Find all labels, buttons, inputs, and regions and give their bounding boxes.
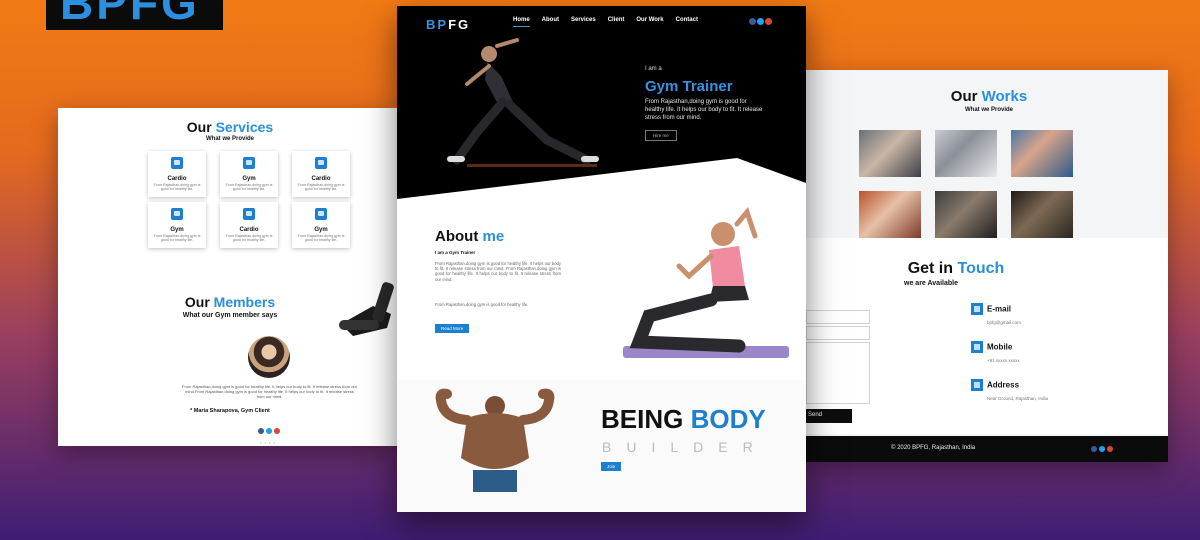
service-icon	[243, 208, 255, 220]
bodybuilder-image	[435, 388, 555, 492]
works-subtitle: What we Provide	[964, 107, 1013, 113]
read-more-button[interactable]: Read More	[435, 324, 470, 333]
service-icon	[243, 157, 255, 169]
copyright-text: © 2020 BPFG, Rajasthan, India	[891, 445, 976, 451]
nav-our-work[interactable]: Our Work	[636, 17, 663, 27]
nav-home[interactable]: Home	[513, 17, 530, 27]
hire-button[interactable]: Hire me	[645, 130, 677, 141]
service-card[interactable]: Cardio From Rajasthan,doing gym is good f…	[220, 202, 278, 248]
service-card[interactable]: Gym From Rajasthan,doing gym is good for …	[220, 151, 278, 197]
contact-section: Get in Touch we are Available Send E-mai…	[806, 238, 1168, 434]
member-name: * Maria Sharapova, Gym Client	[190, 408, 270, 414]
mobile-info: Mobile +91 xxxxx xxxxx	[971, 338, 1020, 363]
service-card[interactable]: Cardio From Rajasthan,doing gym is good f…	[148, 151, 206, 197]
service-icon	[171, 208, 183, 220]
members-heading: Our Members	[184, 294, 276, 310]
header-socials	[749, 18, 772, 25]
works-contact-page: Our Works What we Provide Get in Touch w…	[806, 70, 1168, 462]
email-info: E-mail bpfg@gmail.com	[971, 300, 1021, 325]
site-brand[interactable]: BPFG	[426, 17, 470, 32]
name-field[interactable]	[806, 310, 870, 324]
service-card[interactable]: Gym From Rajasthan,doing gym is good for …	[292, 202, 350, 248]
service-icon	[315, 157, 327, 169]
testimonial-text: From Rajasthan,doing gym is good for hea…	[182, 384, 357, 399]
email-field[interactable]	[806, 326, 870, 340]
yoga-image	[623, 206, 789, 358]
work-image[interactable]	[859, 130, 921, 177]
brand-logo: BPFG	[46, 0, 223, 30]
work-image[interactable]	[1011, 130, 1073, 177]
about-paragraph: From Rajasthan,doing gym is good for hea…	[435, 261, 561, 282]
work-image[interactable]	[859, 191, 921, 238]
join-button[interactable]: Join	[601, 462, 622, 471]
nav-services[interactable]: Services	[571, 17, 596, 27]
location-icon	[971, 378, 983, 391]
hero-title: Gym Trainer	[645, 78, 733, 95]
contact-subtitle: we are Available	[904, 280, 958, 287]
google-plus-icon[interactable]	[1107, 446, 1113, 452]
phone-icon	[971, 340, 983, 353]
trainer-image	[447, 38, 599, 167]
service-icon	[171, 157, 183, 169]
builder-subheading: BUILDER	[602, 439, 768, 455]
services-subtitle: What we Provide	[205, 136, 254, 142]
carousel-dots[interactable]: • • • •	[260, 440, 276, 445]
home-page: BPFG Home About Services Client Our Work…	[397, 6, 806, 512]
services-members-page: Our Services What we Provide Cardio From …	[58, 108, 402, 446]
services-grid: Cardio From Rajasthan,doing gym is good f…	[148, 151, 356, 248]
main-nav: Home About Services Client Our Work Cont…	[513, 17, 710, 27]
hero-description: From Rajasthan,doing gym is good for hea…	[645, 99, 763, 121]
hero-intro: I am a	[645, 66, 662, 72]
message-field[interactable]	[806, 342, 870, 404]
works-gallery	[859, 130, 1075, 238]
google-plus-icon[interactable]	[765, 18, 772, 25]
service-card[interactable]: Cardio From Rajasthan,doing gym is good f…	[292, 151, 350, 197]
site-footer: © 2020 BPFG, Rajasthan, India	[806, 436, 1168, 462]
work-image[interactable]	[935, 191, 997, 238]
member-socials	[258, 428, 280, 434]
being-body-heading: BEING BODY	[601, 404, 766, 434]
nav-about[interactable]: About	[542, 17, 559, 27]
facebook-icon[interactable]	[1091, 446, 1097, 452]
nav-contact[interactable]: Contact	[676, 17, 698, 27]
twitter-icon[interactable]	[1099, 446, 1105, 452]
about-paragraph-2: From Rajasthan,doing gym is good for hea…	[435, 302, 529, 307]
service-icon	[315, 208, 327, 220]
about-subtitle: I am a Gym Trainer	[435, 250, 476, 255]
about-heading: About me	[435, 228, 505, 245]
members-subtitle: What our Gym member says	[182, 312, 278, 319]
hero-divider	[397, 158, 806, 203]
facebook-icon[interactable]	[749, 18, 756, 25]
services-heading: Our Services	[186, 119, 274, 135]
send-button[interactable]: Send	[806, 409, 852, 423]
member-avatar	[248, 336, 290, 378]
work-image[interactable]	[1011, 191, 1073, 238]
facebook-icon[interactable]	[258, 428, 264, 434]
logo-text: BPFG	[60, 0, 200, 29]
address-info: Address Near Ground, Rajasthan, India	[971, 376, 1048, 401]
service-card[interactable]: Gym From Rajasthan,doing gym is good for …	[148, 202, 206, 248]
google-plus-icon[interactable]	[274, 428, 280, 434]
nav-client[interactable]: Client	[608, 17, 625, 27]
contact-heading: Get in Touch	[907, 260, 1005, 277]
works-heading: Our Works	[950, 88, 1028, 105]
work-image[interactable]	[935, 130, 997, 177]
twitter-icon[interactable]	[266, 428, 272, 434]
mail-icon	[971, 302, 983, 315]
footer-socials	[1091, 446, 1113, 452]
twitter-icon[interactable]	[757, 18, 764, 25]
